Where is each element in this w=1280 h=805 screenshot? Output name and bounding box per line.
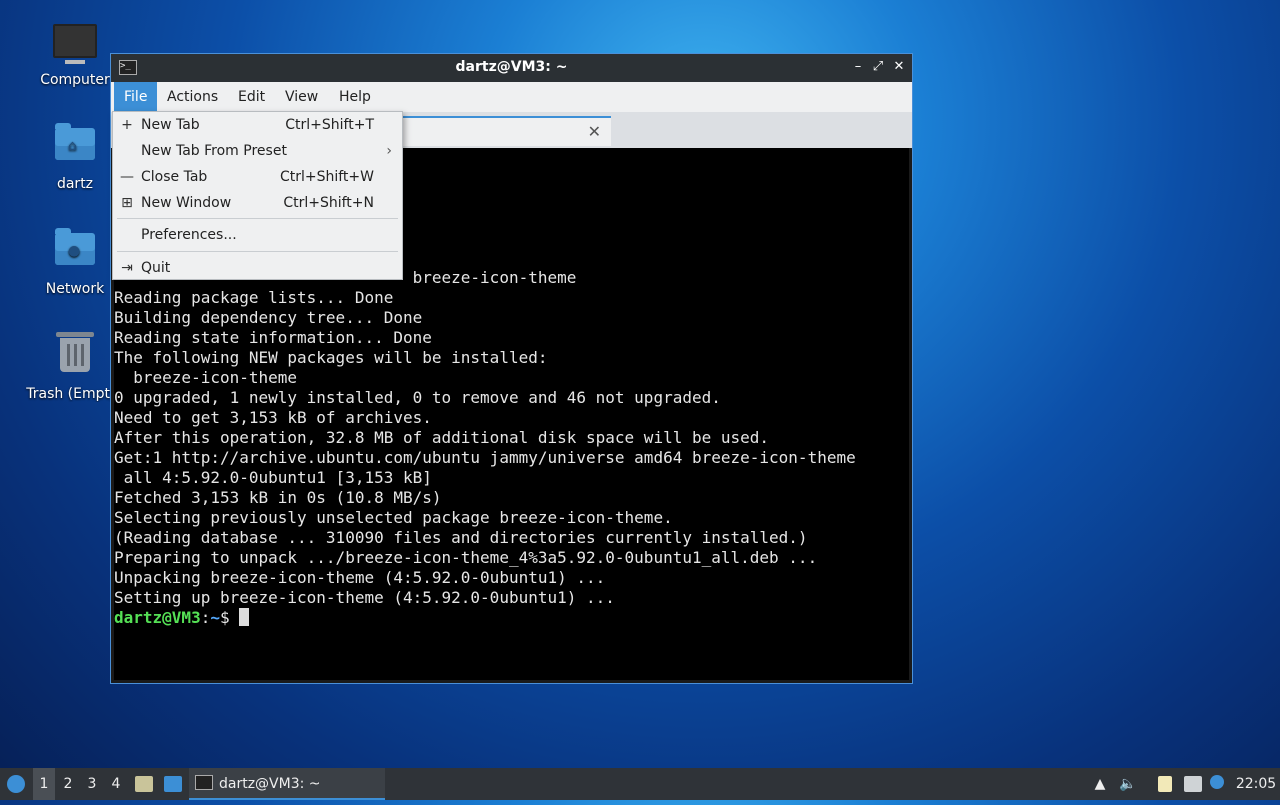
- terminal-tab[interactable]: ✕: [403, 116, 611, 146]
- menu-item-preferences[interactable]: Preferences...: [113, 222, 402, 248]
- menu-actions[interactable]: Actions: [157, 82, 228, 112]
- show-desktop-icon[interactable]: [161, 768, 185, 800]
- workspace-1[interactable]: 1: [33, 768, 55, 800]
- terminal-line: Reading state information... Done: [114, 328, 432, 347]
- menu-item-shortcut: Ctrl+Shift+N: [283, 195, 374, 211]
- file-manager-launcher-icon[interactable]: [133, 768, 155, 800]
- menu-separator: [117, 251, 398, 252]
- tray-expand-icon[interactable]: ▲: [1090, 768, 1110, 800]
- terminal-line: 0 upgraded, 1 newly installed, 0 to remo…: [114, 388, 721, 407]
- terminal-line: Preparing to unpack .../breeze-icon-them…: [114, 548, 818, 567]
- terminal-line: Selecting previously unselected package …: [114, 508, 673, 527]
- workspace-3[interactable]: 3: [81, 768, 103, 800]
- menu-item-new-tab[interactable]: + New Tab Ctrl+Shift+T: [113, 112, 402, 138]
- menu-help[interactable]: Help: [329, 82, 381, 112]
- menu-separator: [117, 218, 398, 219]
- terminal-line: (Reading database ... 310090 files and d…: [114, 528, 808, 547]
- chevron-right-icon: ›: [386, 143, 392, 159]
- taskbar: 1 2 3 4 dartz@VM3: ~ ▲ 🔈 22:05: [0, 768, 1280, 800]
- terminal-line: Need to get 3,153 kB of archives.: [114, 408, 432, 427]
- terminal-line: Setting up breeze-icon-theme (4:5.92.0-0…: [114, 588, 615, 607]
- clipboard-icon[interactable]: [1155, 768, 1175, 800]
- clock[interactable]: 22:05: [1234, 768, 1278, 800]
- menu-item-label: New Tab From Preset: [141, 143, 287, 159]
- workspace-4[interactable]: 4: [105, 768, 127, 800]
- terminal-line: Building dependency tree... Done: [114, 308, 423, 327]
- network-folder-icon: ●: [53, 228, 97, 277]
- quit-icon: ⇥: [121, 260, 133, 276]
- menu-item-shortcut: Ctrl+Shift+T: [285, 117, 374, 133]
- menu-item-label: New Tab: [141, 117, 200, 133]
- menu-file[interactable]: File: [114, 82, 158, 112]
- menu-item-label: Quit: [141, 260, 171, 276]
- prompt-user: dartz@VM3: [114, 608, 201, 627]
- menu-item-close-tab[interactable]: — Close Tab Ctrl+Shift+W: [113, 164, 402, 190]
- tab-close-icon[interactable]: ✕: [588, 122, 601, 141]
- menu-item-shortcut: Ctrl+Shift+W: [279, 169, 374, 185]
- taskbar-task-label: dartz@VM3: ~: [219, 776, 321, 792]
- menu-item-new-tab-from-preset[interactable]: New Tab From Preset ›: [113, 138, 402, 164]
- menu-item-new-window[interactable]: ⊞ New Window Ctrl+Shift+N: [113, 190, 402, 216]
- menu-item-label: New Window: [141, 195, 232, 211]
- terminal-cursor: [239, 608, 250, 626]
- menu-item-label: Preferences...: [141, 227, 237, 243]
- menu-view[interactable]: View: [275, 82, 328, 112]
- terminal-line: all 4:5.92.0-0ubuntu1 [3,153 kB]: [114, 468, 432, 487]
- notification-icon[interactable]: [1208, 768, 1228, 800]
- terminal-line: Unpacking breeze-icon-theme (4:5.92.0-0u…: [114, 568, 606, 587]
- window-title: dartz@VM3: ~: [455, 59, 568, 75]
- file-menu-dropdown: + New Tab Ctrl+Shift+T New Tab From Pres…: [112, 111, 403, 280]
- trash-icon: [53, 332, 97, 382]
- plus-icon: +: [121, 117, 133, 133]
- terminal-line: breeze-icon-theme: [114, 368, 298, 387]
- terminal-line: Get:1 http://archive.ubuntu.com/ubuntu j…: [114, 448, 856, 467]
- new-window-icon: ⊞: [121, 195, 133, 211]
- close-icon[interactable]: ✕: [890, 58, 908, 76]
- prompt-end: $: [219, 608, 240, 627]
- minimize-icon[interactable]: –: [849, 58, 867, 76]
- menu-item-label: Close Tab: [141, 169, 208, 185]
- prompt-separator: :: [200, 608, 211, 627]
- terminal-line: The following NEW packages will be insta…: [114, 348, 548, 367]
- terminal-line: After this operation, 32.8 MB of additio…: [114, 428, 770, 447]
- home-folder-icon: ⌂: [53, 123, 97, 172]
- terminal-line: Fetched 3,153 kB in 0s (10.8 MB/s): [114, 488, 442, 507]
- minus-icon: —: [120, 169, 134, 185]
- menubar: File Actions Edit View Help: [111, 82, 912, 112]
- window-titlebar[interactable]: >_ dartz@VM3: ~ – ⤢ ✕: [111, 54, 912, 82]
- network-tray-icon[interactable]: [1182, 768, 1204, 800]
- terminal-task-icon: [195, 775, 213, 790]
- computer-icon: [53, 24, 97, 68]
- taskbar-task-terminal[interactable]: dartz@VM3: ~: [189, 768, 385, 800]
- menu-item-quit[interactable]: ⇥ Quit: [113, 255, 402, 281]
- menu-edit[interactable]: Edit: [228, 82, 275, 112]
- workspace-2[interactable]: 2: [57, 768, 79, 800]
- terminal-prompt: dartz@VM3:~$: [114, 608, 856, 628]
- volume-icon[interactable]: 🔈: [1117, 768, 1139, 800]
- prompt-path: ~: [210, 608, 220, 627]
- maximize-icon[interactable]: ⤢: [869, 58, 887, 76]
- terminal-line: Reading package lists... Done: [114, 288, 394, 307]
- start-menu-icon[interactable]: [4, 768, 28, 800]
